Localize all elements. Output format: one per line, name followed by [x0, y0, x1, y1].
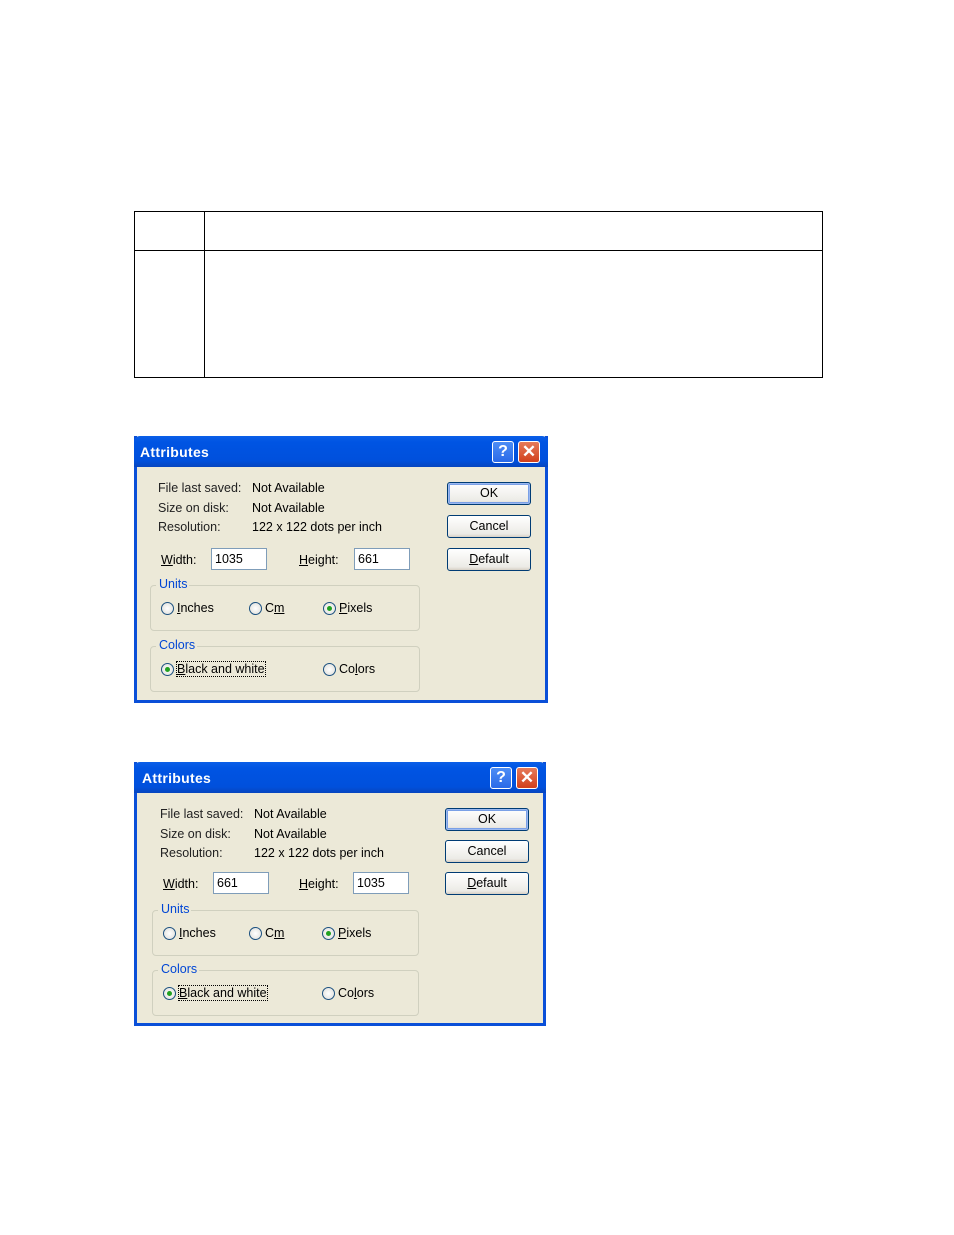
height-label: Height:: [299, 877, 339, 891]
colors-group-label: Colors: [158, 962, 200, 976]
file-info: File last saved: Not Available Size on di…: [160, 805, 384, 864]
dialog-title: Attributes: [142, 770, 212, 786]
ok-button[interactable]: OK: [445, 808, 529, 831]
default-button[interactable]: Default: [447, 548, 531, 571]
document-table: [134, 211, 823, 378]
title-bar[interactable]: Attributes ? ✕: [134, 762, 546, 793]
info-value: 122 x 122 dots per inch: [254, 846, 384, 860]
units-group: Units Inches Cm Pixels: [152, 902, 419, 956]
radio-black-and-white[interactable]: Black and white: [163, 985, 268, 1001]
units-group-label: Units: [156, 577, 190, 591]
width-input[interactable]: 661: [213, 872, 269, 894]
radio-icon: [323, 662, 336, 676]
radio-icon: [163, 926, 176, 940]
cancel-button[interactable]: Cancel: [445, 840, 529, 863]
attributes-dialog-1: Attributes ? ✕ File last saved: Not Avail…: [134, 436, 548, 703]
close-icon: ✕: [519, 768, 535, 787]
help-button[interactable]: ?: [490, 767, 512, 789]
table-row: [134, 250, 823, 378]
dialog-title: Attributes: [140, 444, 210, 460]
info-label: File last saved:: [158, 481, 242, 495]
close-icon: ✕: [521, 442, 537, 461]
radio-icon: [249, 926, 262, 940]
info-value: Not Available: [252, 500, 325, 515]
radio-pixels[interactable]: Pixels: [323, 601, 372, 615]
info-label: File last saved:: [160, 807, 244, 821]
info-label: Resolution:: [160, 846, 223, 860]
table-cell: [134, 250, 205, 378]
width-label: Width:: [163, 877, 199, 891]
radio-inches[interactable]: Inches: [163, 926, 216, 940]
info-value: 122 x 122 dots per inch: [252, 520, 382, 534]
radio-icon: [249, 601, 262, 615]
help-icon: ?: [498, 443, 508, 460]
radio-selected-icon: [161, 662, 174, 676]
colors-group: Colors Black and white Colors: [150, 638, 420, 692]
info-value: Not Available: [254, 826, 327, 841]
table-row: [134, 211, 823, 251]
radio-pixels[interactable]: Pixels: [322, 926, 371, 940]
attributes-dialog-2: Attributes ? ✕ File last saved: Not Avail…: [134, 762, 546, 1026]
height-input[interactable]: 661: [354, 548, 410, 570]
radio-icon: [322, 986, 335, 1000]
close-button[interactable]: ✕: [516, 767, 538, 789]
info-label: Size on disk:: [160, 826, 231, 841]
help-icon: ?: [496, 769, 506, 786]
radio-icon: [161, 601, 174, 615]
width-label: Width:: [161, 553, 197, 567]
info-value: Not Available: [254, 807, 327, 821]
radio-selected-icon: [163, 986, 176, 1000]
radio-black-and-white[interactable]: Black and white: [161, 661, 266, 677]
height-input[interactable]: 1035: [353, 872, 409, 894]
file-info: File last saved: Not Available Size on di…: [158, 479, 382, 538]
table-cell: [204, 211, 823, 251]
radio-colors[interactable]: Colors: [322, 986, 374, 1000]
colors-group-label: Colors: [156, 638, 198, 652]
units-group-label: Units: [158, 902, 192, 916]
info-value: Not Available: [252, 481, 325, 495]
table-cell: [134, 211, 205, 251]
radio-selected-icon: [322, 926, 335, 940]
default-button[interactable]: Default: [445, 872, 529, 895]
radio-cm[interactable]: Cm: [249, 601, 284, 615]
radio-selected-icon: [323, 601, 336, 615]
close-button[interactable]: ✕: [518, 441, 540, 463]
cancel-button[interactable]: Cancel: [447, 515, 531, 538]
table-cell: [204, 250, 823, 378]
info-label: Size on disk:: [158, 500, 229, 515]
width-input[interactable]: 1035: [211, 548, 267, 570]
ok-button[interactable]: OK: [447, 482, 531, 505]
info-label: Resolution:: [158, 520, 221, 534]
radio-inches[interactable]: Inches: [161, 601, 214, 615]
radio-cm[interactable]: Cm: [249, 926, 284, 940]
units-group: Units Inches Cm Pixels: [150, 577, 420, 631]
help-button[interactable]: ?: [492, 441, 514, 463]
height-label: Height:: [299, 553, 339, 567]
colors-group: Colors Black and white Colors: [152, 962, 419, 1016]
title-bar[interactable]: Attributes ? ✕: [134, 436, 548, 467]
radio-colors[interactable]: Colors: [323, 662, 375, 676]
